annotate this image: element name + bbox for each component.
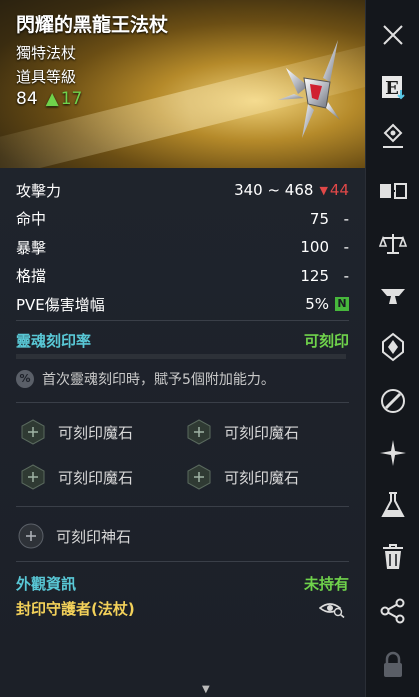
divider (16, 506, 349, 507)
scroll-down-icon[interactable]: ▼ (202, 684, 210, 695)
appearance-label: 外觀資訊 (16, 575, 77, 593)
stat-name: 命中 (16, 210, 47, 229)
level-up-arrow-icon: ▲ (45, 89, 59, 109)
stat-name: 攻擊力 (16, 181, 62, 200)
divider (16, 402, 349, 403)
percent-icon: % (16, 370, 34, 388)
gem-slot-icon (187, 464, 211, 490)
decrease-arrow-icon: ▼ (319, 183, 328, 197)
stat-name: 暴擊 (16, 238, 47, 257)
divider (16, 320, 349, 321)
location-button[interactable] (374, 118, 412, 156)
staff-weapon-icon (278, 40, 340, 138)
magic-stone-slot[interactable]: 可刻印魔石 (186, 464, 299, 490)
god-stone-slot-icon (18, 523, 44, 549)
god-stone-slot[interactable]: 可刻印神石 (18, 523, 131, 549)
item-tooltip-panel: 閃耀的黑龍王法杖 獨特法杖 道具等級 84 ▲ 17 攻擊力 340 ~ 468 ▼ (0, 0, 365, 697)
slot-label: 可刻印魔石 (224, 468, 300, 487)
appearance-row: 外觀資訊 未持有 (16, 573, 349, 594)
soul-engrave-info: % 首次靈魂刻印時，賦予5個附加能力。 (16, 369, 275, 389)
anvil-icon (381, 289, 405, 304)
gem-slot-icon (21, 419, 45, 445)
discard-button[interactable] (374, 538, 412, 576)
stat-value: 125 (300, 266, 329, 285)
divider (16, 561, 349, 562)
magic-stone-slot[interactable]: 可刻印魔石 (186, 419, 299, 445)
share-button[interactable] (374, 592, 412, 630)
action-sidebar: E (365, 0, 419, 697)
share-icon (380, 598, 405, 624)
appearance-button[interactable] (374, 382, 412, 420)
flask-icon (381, 492, 405, 517)
slot-label: 可刻印魔石 (58, 468, 134, 487)
soul-engrave-label: 靈魂刻印率 (16, 332, 92, 350)
stat-name: PVE傷害增幅 (16, 295, 105, 314)
stat-value: 340 ~ 468 (234, 181, 314, 200)
slot-label: 可刻印魔石 (224, 423, 300, 442)
item-title: 閃耀的黑龍王法杖 (16, 14, 169, 36)
soul-button[interactable] (374, 328, 412, 366)
appearance-state: 未持有 (303, 575, 349, 593)
gem-slot-icon (187, 419, 211, 445)
enhance-button[interactable] (374, 278, 412, 316)
soul-engrave-bar (16, 354, 346, 359)
lock-icon (384, 651, 402, 677)
seal-name: 封印守護者(法杖) (16, 600, 135, 618)
ring-icon (381, 389, 405, 413)
item-level: 84 ▲ 17 (16, 89, 82, 109)
gem-slot-icon (21, 464, 45, 490)
soul-engrave-row: 靈魂刻印率 可刻印 (16, 330, 349, 351)
soul-crystal-icon (382, 332, 404, 362)
magic-stone-slot[interactable]: 可刻印魔石 (20, 419, 133, 445)
location-pin-icon (383, 123, 403, 148)
scale-icon (379, 234, 407, 254)
stat-row: 格擋 125 - (16, 262, 349, 291)
close-icon (383, 25, 403, 45)
awaken-button[interactable] (374, 434, 412, 472)
stat-value: 75 (309, 209, 329, 228)
soul-engrave-info-text: 首次靈魂刻印時，賦予5個附加能力。 (42, 372, 275, 388)
stat-row: 命中 75 - (16, 205, 349, 234)
magic-stone-slot[interactable]: 可刻印魔石 (20, 464, 133, 490)
stat-change: - (343, 209, 349, 228)
slot-label: 可刻印魔石 (58, 423, 134, 442)
item-header: 閃耀的黑龍王法杖 獨特法杖 道具等級 84 ▲ 17 (0, 0, 365, 168)
item-grade: 獨特法杖 (16, 44, 77, 62)
stats-list: 攻擊力 340 ~ 468 ▼ 44 命中 75 - 暴擊 100 - 格擋 1… (16, 176, 349, 319)
seal-row: 封印守護者(法杖) (16, 598, 349, 619)
stat-row: 暴擊 100 - (16, 233, 349, 262)
slot-label: 可刻印神石 (56, 527, 132, 546)
preview-eye-icon[interactable] (319, 600, 345, 618)
equip-button[interactable]: E (374, 68, 412, 106)
stat-value: 5% (305, 295, 329, 314)
appraise-button[interactable] (374, 225, 412, 263)
stat-change: - (343, 266, 349, 285)
item-level-bonus: 17 (60, 89, 83, 109)
stat-value: 100 (300, 238, 329, 257)
stat-change: 44 (329, 181, 349, 200)
lock-button[interactable] (374, 646, 412, 684)
stat-name: 格擋 (16, 267, 47, 286)
equip-icon: E (382, 76, 405, 100)
stat-row: 攻擊力 340 ~ 468 ▼ 44 (16, 176, 349, 205)
new-badge: N (335, 297, 349, 312)
sparkle-icon (380, 440, 406, 466)
compare-icon (380, 183, 407, 199)
soul-engrave-state: 可刻印 (303, 332, 349, 350)
item-level-label: 道具等級 (16, 68, 77, 86)
trash-icon (383, 544, 403, 569)
equip-letter: E (385, 78, 399, 99)
extract-button[interactable] (374, 486, 412, 524)
stat-row: PVE傷害增幅 5% N (16, 290, 349, 319)
stat-change: - (343, 238, 349, 257)
item-level-value: 84 (16, 89, 38, 109)
compare-button[interactable] (374, 172, 412, 210)
close-button[interactable] (374, 16, 412, 54)
